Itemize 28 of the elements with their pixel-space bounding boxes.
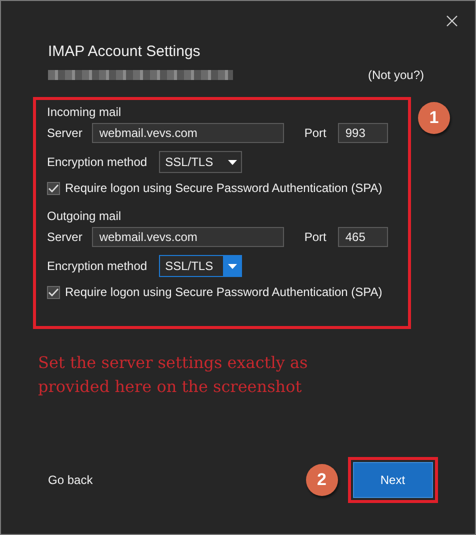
- spa-label: Require logon using Secure Password Authentication (SPA): [65, 285, 382, 299]
- spa-checkbox[interactable]: [47, 182, 60, 194]
- spa-label: Require logon using Secure Password Authentication (SPA): [65, 181, 382, 195]
- step-badge: 2: [306, 464, 338, 496]
- go-back-link[interactable]: Go back: [48, 473, 93, 487]
- port-field[interactable]: 993: [338, 123, 388, 143]
- dropdown-arrow-icon: [228, 264, 237, 268]
- encryption-label: Encryption method: [47, 259, 148, 273]
- spa-checkbox[interactable]: [47, 286, 60, 298]
- port-label: Port: [304, 230, 326, 244]
- step-badge: 1: [418, 102, 450, 134]
- encryption-label: Encryption method: [47, 155, 148, 169]
- section-heading: Outgoing mail: [47, 209, 122, 223]
- window-title: IMAP Account Settings: [48, 43, 202, 60]
- dropdown-arrow-icon: [228, 160, 237, 164]
- section-heading: Incoming mail: [47, 105, 122, 119]
- encryption-dropdown[interactable]: SSL/TLS: [159, 151, 242, 173]
- port-label: Port: [304, 126, 326, 140]
- close-icon[interactable]: [446, 15, 458, 27]
- encryption-dropdown[interactable]: SSL/TLS: [159, 255, 242, 277]
- not-you-link[interactable]: (Not you?): [368, 68, 424, 82]
- server-field[interactable]: webmail.vevs.com: [92, 123, 284, 143]
- annotation-text: Set the server settings exactly as provided here on the screenshot: [38, 352, 309, 398]
- next-button[interactable]: Next: [352, 462, 433, 498]
- server-label: Server: [47, 126, 82, 140]
- server-field[interactable]: webmail.vevs.com: [92, 227, 284, 247]
- server-label: Server: [47, 230, 82, 244]
- port-field[interactable]: 465: [338, 227, 388, 247]
